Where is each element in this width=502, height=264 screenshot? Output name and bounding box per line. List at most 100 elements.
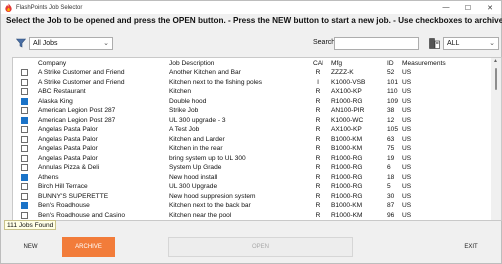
cell-mfg: R1000-RG — [331, 154, 363, 162]
exit-button[interactable]: EXIT — [453, 238, 489, 256]
cell-measurements: US — [402, 135, 412, 143]
new-button[interactable]: NEW — [15, 238, 46, 256]
minimize-button[interactable]: — — [435, 1, 457, 14]
scroll-up-arrow-icon[interactable]: ▲ — [493, 58, 498, 64]
scrollbar-thumb[interactable] — [495, 68, 497, 90]
cell-company: Annulas Pizza & Deli — [38, 164, 100, 171]
table-row[interactable]: American Legion Post 287 UL 300 upgrade -… — [13, 116, 491, 125]
table-row[interactable]: Annulas Pizza & Deli System Up Grade R R100… — [13, 163, 491, 172]
archive-checkbox[interactable] — [21, 211, 28, 219]
table-row[interactable]: Ben's Roadhouse Kitchen next to the back … — [13, 201, 491, 210]
archive-filter-value: ALL — [447, 40, 460, 47]
cell-company: Athens — [38, 173, 59, 181]
table-row[interactable]: Ben's Roadhouse and Casino Kitchen near t… — [13, 211, 491, 220]
archive-checkbox[interactable] — [21, 69, 28, 76]
jobs-grid: Company Job Description CAD Mfg ID Measu… — [12, 57, 502, 221]
table-row[interactable]: Athens New hood install R R1000-RG 18 US — [13, 173, 491, 182]
cell-description: bring system up to UL 300 — [169, 154, 246, 162]
cell-cad: R — [315, 173, 321, 181]
column-header-cad[interactable]: CAD — [313, 59, 323, 68]
table-row[interactable]: Angelas Pasta Palor Kitchen in the rear R B… — [13, 144, 491, 153]
open-button[interactable]: OPEN — [168, 237, 353, 257]
table-row[interactable]: BUNNY'S SUPERETTE New hood suppresion sys… — [13, 192, 491, 201]
table-row[interactable]: Birch Hill Terrace UL 300 Upgrade R R1000-R… — [13, 182, 491, 191]
grid-scrollbar[interactable]: ▲ — [491, 58, 501, 220]
cell-id: 5 — [387, 183, 391, 190]
cell-measurements: US — [402, 154, 412, 162]
archive-checkbox[interactable] — [21, 145, 28, 152]
archive-checkbox[interactable] — [21, 97, 28, 105]
cell-company: American Legion Post 287 — [38, 116, 116, 124]
cell-description: New hood install — [169, 173, 218, 181]
cell-cad: R — [315, 116, 321, 124]
cell-company: Ben's Roadhouse and Casino — [38, 211, 126, 219]
archive-checkbox[interactable] — [21, 116, 28, 124]
cell-cad: R — [315, 154, 321, 162]
column-header-mfg[interactable]: Mfg — [331, 59, 381, 68]
table-row[interactable]: Alaska King Double hood R R1000-RG 109 US — [13, 97, 491, 106]
cell-company: Ben's Roadhouse — [38, 202, 90, 209]
archive-checkbox[interactable] — [21, 78, 28, 86]
column-header-measurements[interactable]: Measurements — [402, 59, 462, 68]
archive-checkbox[interactable] — [21, 202, 28, 209]
cell-id: 63 — [387, 135, 395, 143]
cell-cad: R — [315, 97, 321, 105]
cell-cad: R — [315, 192, 321, 200]
archive-checkbox[interactable] — [21, 183, 28, 190]
cell-description: Kitchen next to the back bar — [169, 202, 251, 209]
chevron-down-icon: ⌄ — [489, 40, 495, 47]
cell-measurements: US — [402, 116, 412, 124]
cell-measurements: US — [402, 97, 412, 105]
cell-mfg: R1000-RG — [331, 97, 363, 105]
job-filter-dropdown[interactable]: All Jobs ⌄ — [29, 37, 113, 50]
column-header-description[interactable]: Job Description — [169, 59, 299, 68]
cell-mfg: B1000-KM — [331, 135, 363, 143]
table-row[interactable]: A Strike Customer and Friend Another Kitc… — [13, 68, 491, 77]
cell-id: 87 — [387, 202, 395, 209]
cell-mfg: AX100-KP — [331, 126, 362, 133]
archive-checkbox[interactable] — [21, 107, 28, 114]
cell-id: 12 — [387, 116, 395, 124]
cell-cad: R — [315, 135, 321, 143]
cell-mfg: B1000-KM — [331, 145, 363, 152]
jobs-found-status: 111 Jobs Found — [4, 220, 57, 230]
archive-checkbox[interactable] — [21, 154, 28, 162]
cell-measurements: US — [402, 126, 412, 133]
filter-funnel-icon — [16, 38, 26, 48]
archive-checkbox[interactable] — [21, 88, 28, 95]
cell-mfg: AN100-PIR — [331, 107, 365, 114]
cell-cad: R — [315, 145, 321, 152]
archive-checkbox[interactable] — [21, 164, 28, 171]
archive-checkbox[interactable] — [21, 126, 28, 133]
archive-checkbox[interactable] — [21, 192, 28, 200]
table-row[interactable]: Angelas Pasta Palor Kitchen and Larder R B1… — [13, 135, 491, 144]
search-input[interactable] — [334, 37, 419, 50]
cell-measurements: US — [402, 78, 412, 86]
close-button[interactable]: ✕ — [479, 1, 501, 14]
cell-measurements: US — [402, 211, 412, 219]
column-header-id[interactable]: ID — [387, 59, 401, 68]
cell-measurements: US — [402, 107, 412, 114]
title-bar: FlashPoints Job Selector — ☐ ✕ — [1, 1, 501, 14]
archive-button[interactable]: ARCHIVE — [62, 237, 115, 257]
column-header-company[interactable]: Company — [38, 59, 168, 68]
table-row[interactable]: American Legion Post 287 Strike Job R AN100… — [13, 106, 491, 115]
archive-checkbox[interactable] — [21, 173, 28, 181]
cell-cad: R — [315, 126, 321, 133]
search-label: Search — [313, 39, 336, 46]
archive-checkbox[interactable] — [21, 135, 28, 143]
cell-mfg: R1000-RG — [331, 192, 363, 200]
archive-filter-dropdown[interactable]: ALL ⌄ — [443, 37, 499, 50]
table-row[interactable]: A Strike Customer and Friend Kitchen next… — [13, 78, 491, 87]
cell-mfg: R1000-RG — [331, 183, 363, 190]
filter-bar: All Jobs ⌄ Search ALL ⌄ — [1, 35, 501, 51]
maximize-button[interactable]: ☐ — [457, 1, 479, 14]
cell-mfg: B1000-KM — [331, 202, 363, 209]
cell-id: 96 — [387, 211, 395, 219]
cell-id: 30 — [387, 192, 395, 200]
table-row[interactable]: Angelas Pasta Palor A Test Job R AX100-KP 10… — [13, 125, 491, 134]
table-row[interactable]: Angelas Pasta Palor bring system up to UL… — [13, 154, 491, 163]
cell-mfg: K1000-WC — [331, 116, 364, 124]
cell-company: American Legion Post 287 — [38, 107, 116, 114]
table-row[interactable]: ABC Restaurant Kitchen R AX100-KP 110 US — [13, 87, 491, 96]
